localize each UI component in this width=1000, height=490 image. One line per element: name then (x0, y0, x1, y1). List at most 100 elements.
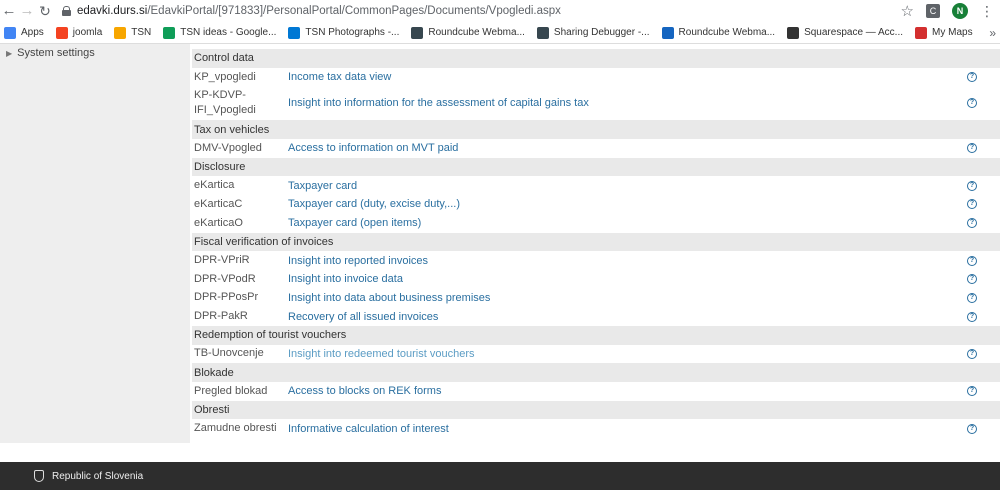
help-icon[interactable]: ? (967, 311, 977, 322)
list-item: DPR-VPodR Insight into invoice data? (192, 269, 1000, 289)
help-icon[interactable]: ? (967, 98, 977, 109)
item-link[interactable]: Informative calculation of interest (288, 423, 449, 435)
sheets-icon (163, 26, 176, 39)
page-body: ▶ System settings Control data KP_vpogled… (0, 44, 1000, 460)
bookmark-item[interactable]: TSN Photographs -... (288, 26, 400, 39)
facebook-debug-icon (536, 26, 549, 39)
item-link[interactable]: Insight into redeemed tourist vouchers (288, 348, 475, 360)
bookmarks-bar: Apps joomla TSN TSN ideas - Google... TSN Ph… (0, 22, 1000, 44)
joomla-icon (55, 26, 68, 39)
item-code: eKarticaO (194, 216, 243, 229)
item-link[interactable]: Insight into data about business premise… (288, 292, 490, 304)
browser-toolbar: ← → ↻ edavki.durs.si/EdavkiPortal/[97183… (0, 0, 1000, 22)
item-code: DPR-PakR (194, 310, 248, 323)
bookmark-label: TSN Photographs -... (305, 27, 400, 38)
bookmark-item[interactable]: Squarespace — Acc... (787, 26, 904, 39)
help-icon[interactable]: ? (967, 274, 977, 285)
footer-text[interactable]: Republic of Slovenia (52, 471, 143, 482)
back-arrow-icon[interactable]: ← (0, 0, 18, 22)
sidebar-item-label: System settings (17, 47, 95, 59)
item-code: KP-KDVP- IFI_Vpogledi (194, 89, 256, 117)
item-link[interactable]: Insight into reported invoices (288, 255, 428, 267)
item-code: KP_vpogledi (194, 70, 256, 83)
address-bar[interactable]: edavki.durs.si/EdavkiPortal/[971833]/Per… (62, 5, 561, 17)
item-code: Zamudne obresti (194, 422, 277, 435)
section-header: Disclosure (192, 157, 1000, 177)
section-header: Fiscal verification of invoices (192, 232, 1000, 252)
url-path: /EdavkiPortal/[971833]/PersonalPortal/Co… (147, 5, 561, 17)
url-host: edavki.durs.si (77, 5, 148, 17)
item-link[interactable]: Access to blocks on REK forms (288, 385, 441, 397)
chevron-more-icon[interactable]: » (989, 22, 996, 43)
bookmark-item[interactable]: Sharing Debugger -... (536, 26, 650, 39)
documents-list: Control data KP_vpogledi Income tax data v… (192, 49, 1000, 439)
list-item: KP_vpogledi Income tax data view? (192, 67, 1000, 87)
item-code: eKarticaC (194, 197, 243, 210)
section-header: Redemption of tourist vouchers (192, 325, 1000, 345)
help-icon[interactable]: ? (967, 180, 977, 191)
onedrive-icon (288, 26, 301, 39)
item-code: Pregled blokad (194, 384, 268, 397)
item-link[interactable]: Access to information on MVT paid (288, 142, 458, 154)
sidebar-item-system-settings[interactable]: ▶ System settings (0, 44, 190, 59)
bookmark-label: Squarespace — Acc... (804, 27, 904, 38)
list-item: DPR-PPosPr Insight into data about busine… (192, 288, 1000, 308)
roundcube-icon (411, 26, 424, 39)
list-item: Zamudne obresti Informative calculation o… (192, 419, 1000, 439)
help-icon[interactable]: ? (967, 143, 977, 154)
help-icon[interactable]: ? (967, 199, 977, 210)
bookmark-item[interactable]: My Maps (915, 26, 973, 39)
list-item: KP-KDVP- IFI_Vpogledi Insight into informa… (192, 86, 1000, 121)
tsn-icon (114, 26, 127, 39)
bookmark-label: Roundcube Webma... (678, 27, 776, 38)
help-icon[interactable]: ? (967, 348, 977, 359)
list-item: TB-Unovcenje Insight into redeemed touris… (192, 344, 1000, 364)
section-header: Obresti (192, 400, 1000, 420)
help-icon[interactable]: ? (967, 386, 977, 397)
squarespace-icon (787, 26, 800, 39)
item-link[interactable]: Insight into information for the assessm… (288, 97, 589, 109)
list-item: DMV-Vpogled Access to information on MVT … (192, 139, 1000, 158)
item-code: DMV-Vpogled (194, 141, 262, 154)
forward-arrow-icon[interactable]: → (18, 0, 36, 22)
list-item: Pregled blokad Access to blocks on REK fo… (192, 382, 1000, 401)
bookmark-label: Apps (21, 27, 44, 38)
section-header: Control data (192, 49, 1000, 68)
bookmark-label: TSN (131, 27, 152, 38)
list-item: eKarticaO Taxpayer card (open items)? (192, 213, 1000, 233)
item-link[interactable]: Taxpayer card (288, 180, 357, 192)
item-code: DPR-VPodR (194, 272, 256, 285)
bookmark-item[interactable]: Roundcube Webma... (661, 26, 776, 39)
help-icon[interactable]: ? (967, 255, 977, 266)
bookmark-item[interactable]: Apps (4, 26, 44, 39)
bookmark-item[interactable]: Roundcube Webma... (411, 26, 525, 39)
bookmark-item[interactable]: joomla (55, 26, 103, 39)
footer: Republic of Slovenia (0, 462, 1000, 490)
menu-kebab-icon[interactable]: ⋮ (980, 3, 994, 20)
bookmark-item[interactable]: TSN (114, 26, 152, 39)
caret-right-icon: ▶ (6, 48, 13, 58)
sidebar: ▶ System settings (0, 44, 190, 443)
reload-icon[interactable]: ↻ (36, 0, 54, 22)
item-link[interactable]: Taxpayer card (open items) (288, 217, 421, 229)
item-link[interactable]: Taxpayer card (duty, excise duty,...) (288, 198, 460, 210)
help-icon[interactable]: ? (967, 218, 977, 229)
bookmark-item[interactable]: TSN ideas - Google... (163, 26, 276, 39)
list-item: eKarticaC Taxpayer card (duty, excise dut… (192, 195, 1000, 214)
my-maps-icon (915, 26, 928, 39)
help-icon[interactable]: ? (967, 423, 977, 434)
bookmark-label: joomla (72, 27, 103, 38)
profile-avatar[interactable]: N (952, 3, 968, 19)
bookmark-star-icon[interactable]: ☆ (901, 2, 914, 20)
item-link[interactable]: Income tax data view (288, 71, 391, 83)
item-link[interactable]: Insight into invoice data (288, 273, 403, 285)
list-item: DPR-VPriR Insight into reported invoices? (192, 251, 1000, 270)
coat-of-arms-icon (34, 470, 44, 482)
item-code: eKartica (194, 179, 235, 192)
section-header: Blokade (192, 363, 1000, 382)
help-icon[interactable]: ? (967, 72, 977, 83)
roundcube-icon (661, 26, 674, 39)
extension-icon[interactable]: C (926, 4, 940, 18)
help-icon[interactable]: ? (967, 292, 977, 303)
item-link[interactable]: Recovery of all issued invoices (288, 311, 438, 323)
